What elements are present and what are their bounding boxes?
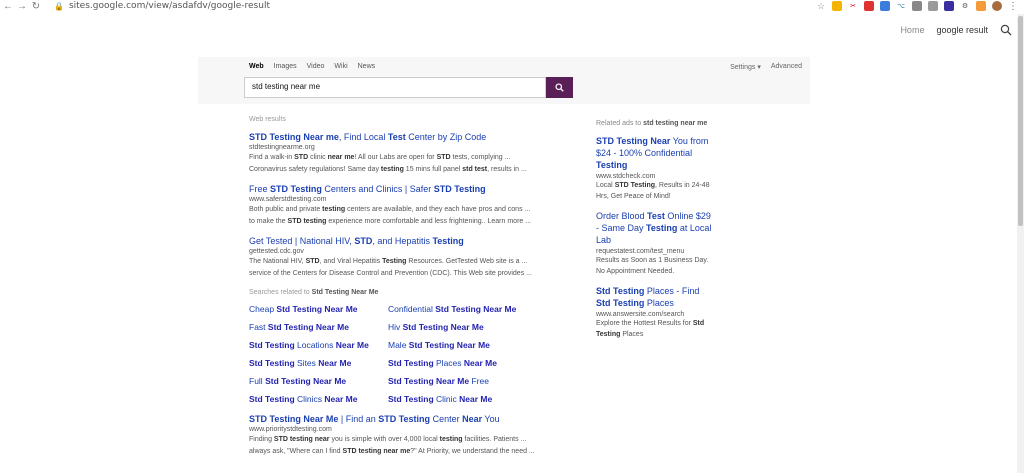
search-button[interactable] <box>546 77 573 98</box>
result-title-link[interactable]: STD Testing Near me, Find Local Test Cen… <box>249 131 559 143</box>
related-search-link[interactable]: Cheap Std Testing Near Me <box>249 303 388 315</box>
scrollbar-thumb[interactable] <box>1018 16 1023 226</box>
result-snippet: service of the Centers for Disease Contr… <box>249 270 532 277</box>
result-snippet: Finding STD testing near you is simple w… <box>249 436 527 443</box>
nav-current-page[interactable]: google result <box>936 25 988 35</box>
extension-icon[interactable] <box>832 1 842 11</box>
result-url: stdtestingnearme.org <box>249 144 315 151</box>
search-result: STD Testing Near Me | Find an STD Testin… <box>249 413 559 457</box>
more-menu-icon[interactable]: ⋮ <box>1008 1 1018 12</box>
ad-url: requestatest.com/test_menu <box>596 248 685 255</box>
search-result: STD Testing Near me, Find Local Test Cen… <box>249 131 559 175</box>
tab-video[interactable]: Video <box>307 63 325 70</box>
back-icon[interactable]: ← <box>2 0 14 12</box>
extension-bar: ☆ ✂ ⌥ ⚙ ⋮ <box>816 0 1018 12</box>
extension-icon[interactable] <box>976 1 986 11</box>
result-snippet: always ask, "Where can I find STD testin… <box>249 448 535 455</box>
result-snippet: The National HIV, STD, and Viral Hepatit… <box>249 258 528 265</box>
results-list: STD Testing Near Me | Find an STD Testin… <box>249 413 559 457</box>
extension-icon[interactable]: ⌥ <box>896 1 906 11</box>
related-search-link[interactable]: Std Testing Places Near Me <box>388 357 558 369</box>
related-search-link[interactable]: Fast Std Testing Near Me <box>249 321 388 333</box>
result-snippet: to make the STD testing experience more … <box>249 218 532 225</box>
search-tabs: Web Images Video Wiki News <box>249 63 375 70</box>
result-snippet: Coronavirus safety regulations! Same day… <box>249 166 527 173</box>
search-result: Free STD Testing Centers and Clinics | S… <box>249 183 559 227</box>
web-results: Web results STD Testing Near me, Find Lo… <box>249 116 559 457</box>
tab-news[interactable]: News <box>358 63 376 70</box>
ad-title-link[interactable]: Order Blood Test Online $29 - Same Day T… <box>596 210 714 246</box>
ad-item: Order Blood Test Online $29 - Same Day T… <box>596 210 714 277</box>
result-snippet: Find a walk-in STD clinic near me! All o… <box>249 154 511 161</box>
settings-link[interactable]: Settings ▾ <box>730 63 761 71</box>
result-url: www.prioritystdtesting.com <box>249 426 332 433</box>
extension-icon[interactable]: ✂ <box>848 1 858 11</box>
related-search-link[interactable]: Std Testing Sites Near Me <box>249 357 388 369</box>
ad-item: Std Testing Places - Find Std Testing Pl… <box>596 285 714 340</box>
result-title-link[interactable]: Get Tested | National HIV, STD, and Hepa… <box>249 235 559 247</box>
search-options: Settings ▾ Advanced <box>730 63 802 71</box>
web-results-label: Web results <box>249 116 286 123</box>
star-icon[interactable]: ☆ <box>816 1 826 11</box>
ad-url: www.stdcheck.com <box>596 173 656 180</box>
tab-wiki[interactable]: Wiki <box>334 63 347 70</box>
nav-home-link[interactable]: Home <box>900 25 924 35</box>
results-list: STD Testing Near me, Find Local Test Cen… <box>249 131 559 279</box>
related-search-link[interactable]: Male Std Testing Near Me <box>388 339 558 351</box>
extension-icon[interactable] <box>912 1 922 11</box>
related-search-link[interactable]: Hiv Std Testing Near Me <box>388 321 558 333</box>
lock-icon: 🔒 <box>54 1 64 11</box>
extension-icon[interactable] <box>880 1 890 11</box>
tab-web[interactable]: Web <box>249 63 264 70</box>
avatar[interactable] <box>992 1 1002 11</box>
reload-icon[interactable]: ↻ <box>30 0 42 12</box>
related-search-link[interactable]: Std Testing Locations Near Me <box>249 339 388 351</box>
url-text: sites.google.com/view/asdafdv/google-res… <box>68 1 270 11</box>
browser-toolbar: ← → ↻ 🔒 sites.google.com/view/asdafdv/go… <box>0 0 1024 12</box>
result-title-link[interactable]: Free STD Testing Centers and Clinics | S… <box>249 183 559 195</box>
tab-images[interactable]: Images <box>274 63 297 70</box>
site-nav: Home google result <box>900 24 1012 36</box>
extension-icon[interactable]: ⚙ <box>960 1 970 11</box>
address-bar[interactable]: 🔒 sites.google.com/view/asdafdv/google-r… <box>54 1 270 11</box>
related-searches: Cheap Std Testing Near Me Confidential St… <box>249 303 559 405</box>
result-url: www.saferstdtesting.com <box>249 196 327 203</box>
search-result: Get Tested | National HIV, STD, and Hepa… <box>249 235 559 279</box>
related-ads: Related ads to std testing near me STD T… <box>596 120 714 340</box>
related-search-link[interactable]: Std Testing Clinic Near Me <box>388 393 558 405</box>
search-input[interactable]: std testing near me <box>244 77 546 98</box>
ads-list: STD Testing Near You from $24 - 100% Con… <box>596 135 714 340</box>
related-search-link[interactable]: Confidential Std Testing Near Me <box>388 303 558 315</box>
related-search-link[interactable]: Std Testing Near Me Free <box>388 375 558 387</box>
related-search-link[interactable]: Std Testing Clinics Near Me <box>249 393 388 405</box>
related-search-link[interactable]: Full Std Testing Near Me <box>249 375 388 387</box>
result-title-link[interactable]: STD Testing Near Me | Find an STD Testin… <box>249 413 559 425</box>
result-url: gettested.cdc.gov <box>249 248 304 255</box>
search-icon[interactable] <box>1000 24 1012 36</box>
ad-description: Local STD Testing, Results in 24-48 Hrs,… <box>596 182 710 200</box>
related-searches-label: Searches related to Std Testing Near Me <box>249 289 379 296</box>
ads-label: Related ads to std testing near me <box>596 120 708 127</box>
advanced-link[interactable]: Advanced <box>771 63 802 71</box>
result-snippet: Both public and private testing centers … <box>249 206 531 213</box>
extension-icon[interactable] <box>928 1 938 11</box>
ad-description: Results as Soon as 1 Business Day. No Ap… <box>596 257 709 275</box>
extension-icon[interactable] <box>944 1 954 11</box>
ad-item: STD Testing Near You from $24 - 100% Con… <box>596 135 714 202</box>
ad-title-link[interactable]: Std Testing Places - Find Std Testing Pl… <box>596 285 714 309</box>
ad-description: Explore the Hottest Results for Std Test… <box>596 320 705 338</box>
extension-icon[interactable] <box>864 1 874 11</box>
ad-title-link[interactable]: STD Testing Near You from $24 - 100% Con… <box>596 135 714 171</box>
ad-url: www.answersite.com/search <box>596 311 685 318</box>
search-panel: Web Images Video Wiki News Settings ▾ Ad… <box>198 57 810 104</box>
search-icon <box>555 83 564 92</box>
forward-icon[interactable]: → <box>16 0 28 12</box>
